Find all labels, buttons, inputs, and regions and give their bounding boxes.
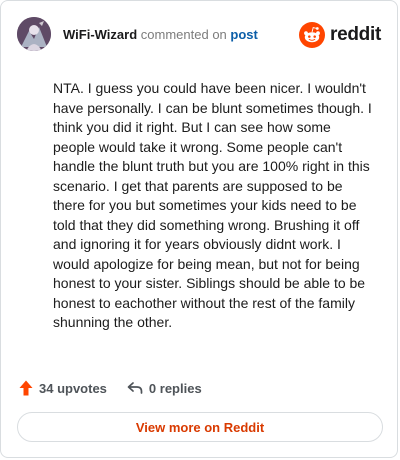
upvote-arrow-icon (19, 380, 33, 396)
author-line: WiFi-Wizard commented on post (63, 27, 258, 43)
comment-actions: 34 upvotes 0 replies (19, 376, 202, 400)
reply-count: 0 replies (148, 380, 202, 396)
reddit-logo[interactable]: reddit (299, 21, 381, 49)
avatar[interactable] (17, 17, 51, 51)
view-more-button[interactable]: View more on Reddit (17, 412, 383, 442)
brand-text: reddit (330, 24, 381, 45)
upvote-button[interactable]: 34 upvotes (19, 380, 107, 396)
comment-embed-card: WiFi-Wizard commented on post reddit NTA… (0, 0, 398, 458)
post-link[interactable]: post (230, 27, 257, 42)
upvote-count: 34 upvotes (39, 380, 107, 396)
comment-header: WiFi-Wizard commented on post reddit (17, 17, 381, 53)
replies-button[interactable]: 0 replies (127, 381, 202, 396)
action-text: commented on (140, 27, 227, 42)
reddit-logo-icon (299, 22, 326, 48)
author-name[interactable]: WiFi-Wizard (63, 27, 137, 42)
reply-arrow-icon (127, 382, 143, 394)
comment-body: NTA. I guess you could have been nicer. … (53, 80, 372, 330)
